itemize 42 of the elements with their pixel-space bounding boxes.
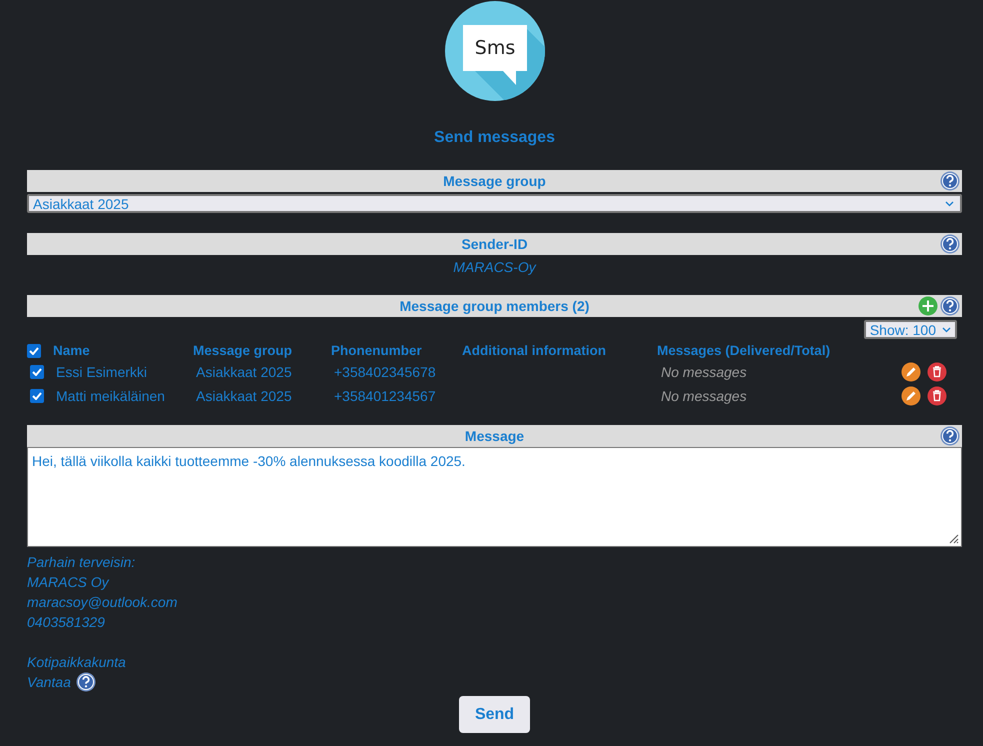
signature-line: MARACS Oy <box>27 574 109 590</box>
sms-logo: Sms <box>444 1 544 101</box>
table-cell-text: Asiakkaat 2025 <box>195 364 293 380</box>
signature-line: Vantaa <box>27 674 71 690</box>
table-cell-text: No messages <box>660 388 748 404</box>
table-cell-text: +358401234567 <box>333 388 437 404</box>
section-title: Sender-ID <box>461 236 528 252</box>
table-cell-text: +358402345678 <box>333 364 437 380</box>
signature-line: 0403581329 <box>27 614 105 630</box>
section-title: Message group <box>443 173 546 189</box>
checkbox[interactable] <box>30 365 44 379</box>
resize-handle-icon[interactable] <box>947 532 959 544</box>
table-cell-text: Asiakkaat 2025 <box>195 388 293 404</box>
group-select[interactable]: Asiakkaat 2025 <box>27 194 962 213</box>
checkbox[interactable] <box>30 389 44 403</box>
column-header: Name <box>53 343 91 358</box>
table-cell-text: Essi Esimerkki <box>55 364 148 380</box>
delete-icon[interactable] <box>927 386 947 406</box>
message-field[interactable]: Hei, tällä viikolla kaikki tuotteemme -30% alennuksessa koodilla 2025. <box>27 447 962 547</box>
column-header: Phonenumber <box>331 343 423 358</box>
checkbox[interactable] <box>27 344 41 358</box>
help-icon[interactable] <box>76 672 96 692</box>
add-icon[interactable] <box>918 296 938 316</box>
signature-line: maracsoy@outlook.com <box>27 594 178 610</box>
table-cell-text: No messages <box>660 364 748 380</box>
caret-icon <box>945 200 954 206</box>
page-title: Send messages <box>433 129 556 148</box>
table-cell-text: Matti meikäläinen <box>55 388 166 404</box>
delete-icon[interactable] <box>927 362 947 382</box>
send-button[interactable]: Send <box>458 696 530 733</box>
column-header: Additional information <box>462 343 607 358</box>
column-header: Message group <box>193 343 294 358</box>
caret-icon <box>942 326 951 332</box>
column-header: Messages (Delivered/Total) <box>657 343 832 358</box>
section-title: Message group members (2) <box>400 298 590 314</box>
section-title: Message <box>464 428 524 444</box>
edit-icon[interactable] <box>901 362 921 382</box>
sender-id: MARACS-Oy <box>452 259 538 277</box>
signature-line: Parhain terveisin: <box>27 554 136 570</box>
edit-icon[interactable] <box>901 386 921 406</box>
signature-line: Kotipaikkakunta <box>27 654 126 670</box>
show-select[interactable]: Show: 100 <box>864 320 957 339</box>
